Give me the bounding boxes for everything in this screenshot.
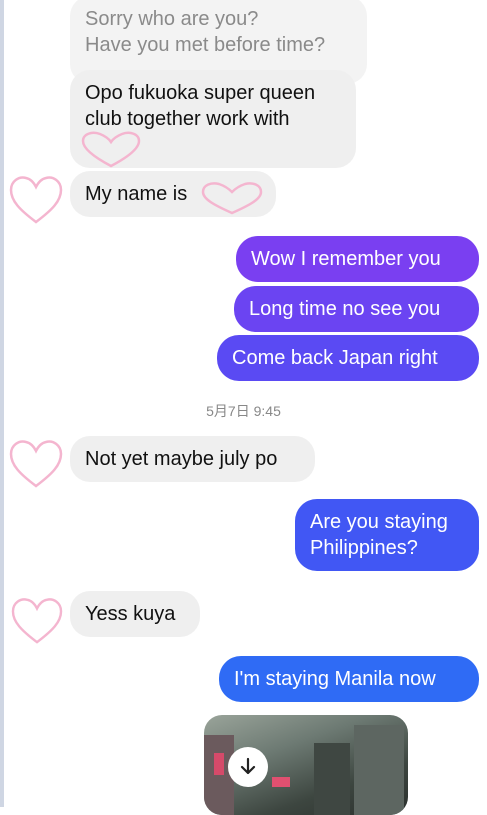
- message-text: Come back Japan right: [232, 347, 438, 369]
- outgoing-message-10[interactable]: I'm staying Manila now: [219, 656, 479, 702]
- message-text: My name is: [85, 183, 188, 205]
- outgoing-message-6[interactable]: Come back Japan right: [217, 335, 479, 381]
- message-text-line: Philippines?: [310, 537, 418, 559]
- message-text-line: club together work with: [85, 108, 290, 130]
- incoming-message-7[interactable]: Not yet maybe july po: [70, 436, 315, 482]
- photo-building: [314, 743, 350, 815]
- message-text: Long time no see you: [249, 298, 441, 320]
- message-text: Wow I remember you: [251, 248, 441, 270]
- message-timestamp: 5月7日 9:45: [206, 403, 281, 419]
- outgoing-message-5[interactable]: Long time no see you: [234, 286, 479, 332]
- photo-sign: [272, 777, 290, 787]
- photo-sign: [214, 753, 224, 775]
- heart-sticker-icon: [81, 131, 141, 168]
- message-text-line: Opo fukuoka super queen: [85, 82, 316, 104]
- message-text: I'm staying Manila now: [234, 668, 436, 690]
- outgoing-message-4[interactable]: Wow I remember you: [236, 236, 479, 282]
- heart-sticker-icon: [11, 598, 63, 644]
- heart-sticker-icon: [201, 182, 263, 215]
- heart-sticker-icon: [9, 440, 63, 488]
- incoming-message-9[interactable]: Yess kuya: [70, 591, 200, 637]
- message-text-line: Sorry who are you?: [85, 8, 259, 30]
- photo-attachment[interactable]: [204, 715, 408, 815]
- download-button[interactable]: [228, 747, 268, 787]
- message-text-line: Are you staying: [310, 511, 448, 533]
- outgoing-message-8[interactable]: Are you staying Philippines?: [295, 499, 479, 571]
- download-arrow-icon: [240, 757, 256, 775]
- message-text: Not yet maybe july po: [85, 448, 278, 470]
- message-text-line: Have you met before time?: [85, 34, 326, 56]
- photo-building: [354, 725, 404, 815]
- heart-sticker-icon: [9, 176, 63, 224]
- message-text: Yess kuya: [85, 603, 176, 625]
